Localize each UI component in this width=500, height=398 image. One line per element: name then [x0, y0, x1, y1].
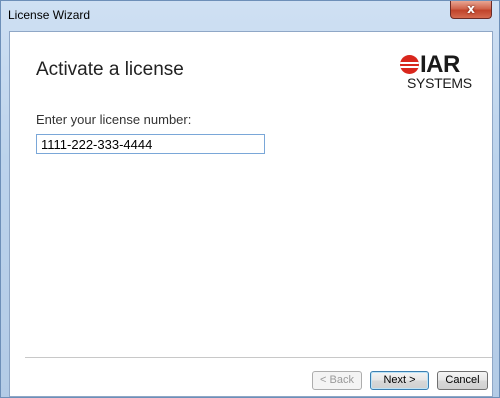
- cancel-button[interactable]: Cancel: [437, 371, 488, 390]
- next-button[interactable]: Next >: [370, 371, 429, 390]
- window-title: License Wizard: [8, 8, 91, 22]
- license-number-input[interactable]: [36, 134, 265, 154]
- back-button[interactable]: < Back: [312, 371, 362, 390]
- close-button[interactable]: x: [450, 1, 492, 19]
- wizard-content: Activate a license IAR SYSTEMS Enter you…: [9, 31, 493, 397]
- iar-systems-logo: IAR SYSTEMS: [399, 51, 481, 91]
- license-number-label: Enter your license number:: [36, 112, 192, 127]
- iar-logo-icon: [400, 55, 419, 74]
- footer-divider: [25, 357, 492, 358]
- logo-sub-text: SYSTEMS: [407, 75, 472, 91]
- title-bar[interactable]: License Wizard x: [1, 1, 499, 29]
- close-icon: x: [467, 2, 475, 16]
- page-title: Activate a license: [36, 59, 184, 80]
- license-wizard-window: License Wizard x Activate a license IAR …: [0, 0, 500, 398]
